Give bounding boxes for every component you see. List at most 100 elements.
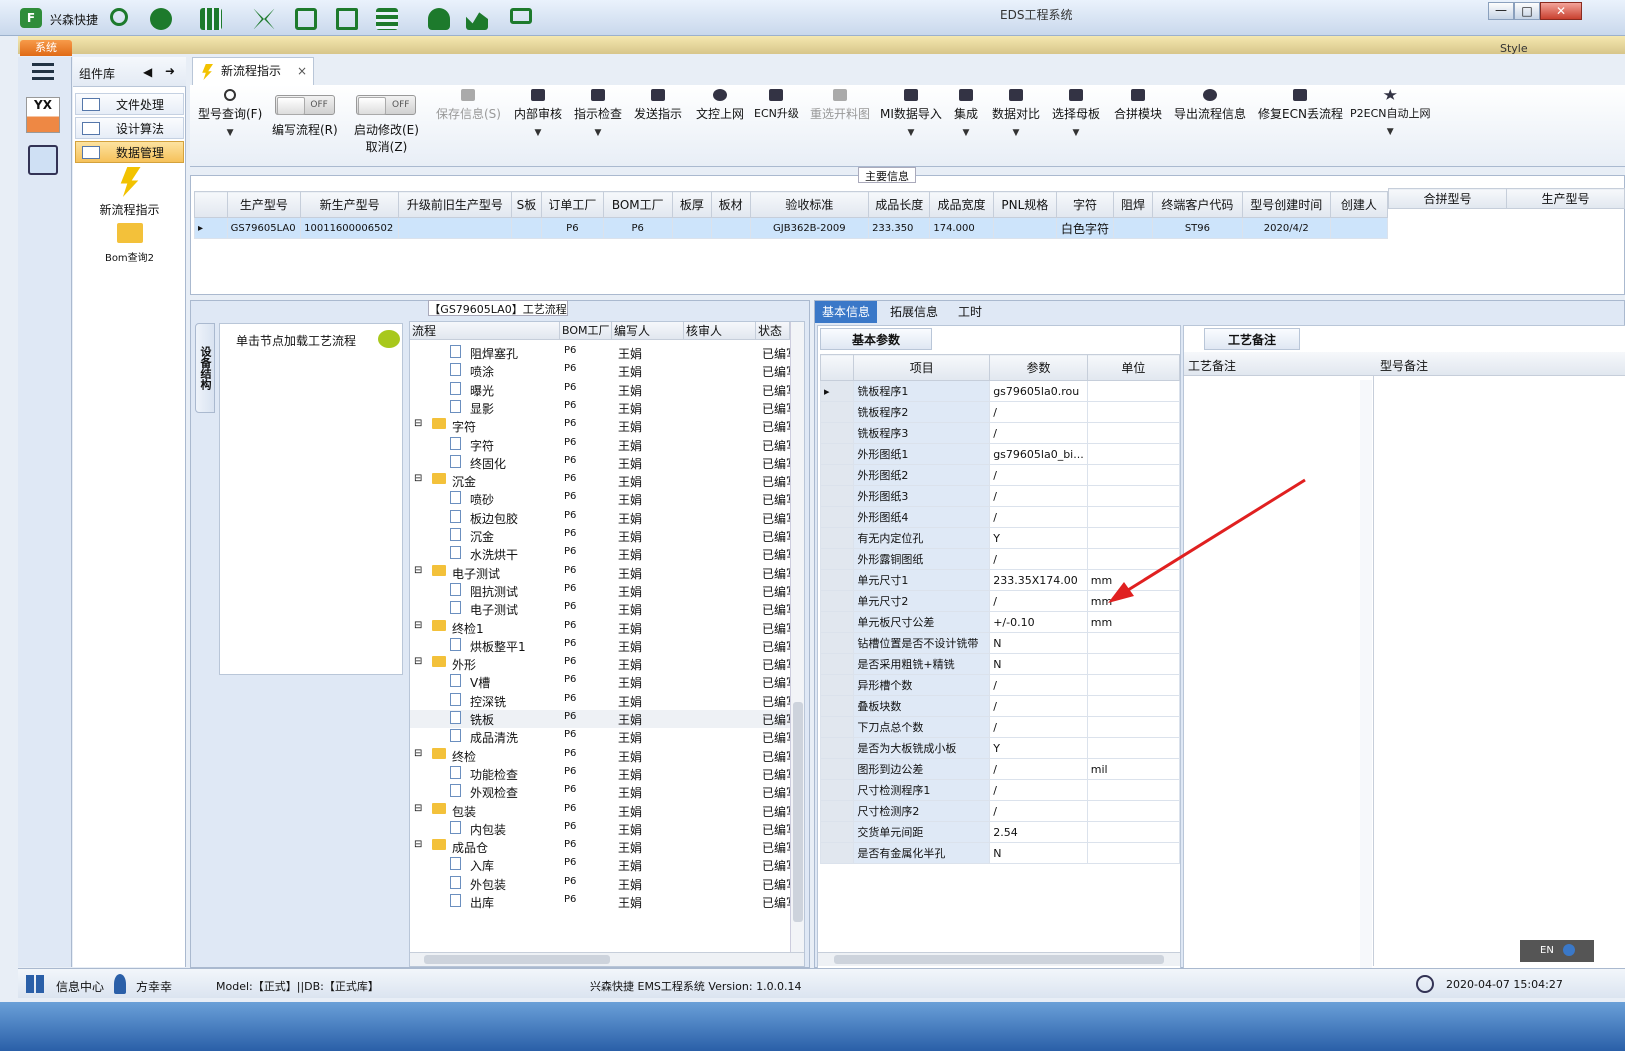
param-value-cell[interactable]: / bbox=[989, 779, 1088, 801]
tree-node-label[interactable]: 包装 bbox=[452, 803, 476, 820]
tree-node-label[interactable]: 内包装 bbox=[470, 821, 506, 838]
column-header[interactable]: 升级前旧生产型号 bbox=[398, 191, 512, 218]
basic-params-tab[interactable]: 基本参数 bbox=[820, 328, 932, 350]
tree-row[interactable]: ⊟ 字符 P6 王娟 已编写 bbox=[410, 417, 790, 435]
tree-row[interactable]: 字符 P6 王娟 已编写 bbox=[410, 436, 790, 454]
table-row[interactable]: 异形槽个数 / bbox=[819, 674, 1181, 696]
table-cell[interactable] bbox=[992, 217, 1057, 239]
tree-row[interactable]: 终固化 P6 王娟 已编写 bbox=[410, 454, 790, 472]
internal-review-button[interactable]: 内部审核 ▼ bbox=[514, 89, 562, 138]
table-cell[interactable] bbox=[398, 217, 512, 239]
param-value-cell[interactable]: N bbox=[989, 653, 1088, 675]
toggle-switch[interactable]: OFF bbox=[274, 95, 335, 115]
tree-row[interactable]: 曝光 P6 王娟 已编写 bbox=[410, 381, 790, 399]
chart-icon[interactable] bbox=[466, 12, 488, 30]
tree-row[interactable]: 阻焊塞孔 P6 王娟 已编写 bbox=[410, 344, 790, 362]
table-cell[interactable]: GJB362B-2009 bbox=[749, 217, 870, 239]
ime-toolbar[interactable]: EN bbox=[1520, 940, 1594, 962]
collapse-node-icon[interactable]: ⊟ bbox=[414, 565, 422, 576]
scrollbar-thumb[interactable] bbox=[424, 955, 610, 964]
tree-node-label[interactable]: 成品清洗 bbox=[470, 729, 518, 746]
column-header[interactable]: 项目 bbox=[853, 354, 991, 381]
column-header[interactable]: 订单工厂 bbox=[541, 191, 604, 218]
tree-row[interactable]: 沉金 P6 王娟 已编写 bbox=[410, 527, 790, 545]
param-value-cell[interactable]: / bbox=[989, 506, 1088, 528]
column-header[interactable]: 型号创建时间 bbox=[1241, 191, 1331, 218]
table-cell[interactable]: 白色字符 bbox=[1055, 217, 1115, 239]
dropdown-arrow-icon[interactable]: ▼ bbox=[992, 128, 1040, 138]
table-row[interactable]: 单元板尺寸公差 +/-0.10 mm bbox=[819, 611, 1181, 633]
column-header[interactable]: 新生产型号 bbox=[300, 191, 400, 218]
vertical-tab-equipment-structure[interactable]: 设备结构 bbox=[195, 323, 215, 413]
tab-new-flow-instruction[interactable]: 新流程指示 × bbox=[192, 57, 314, 85]
tree-node-label[interactable]: 字符 bbox=[470, 437, 494, 454]
tree-row[interactable]: ⊟ 沉金 P6 王娟 已编写 bbox=[410, 472, 790, 490]
tree-node-label[interactable]: 烘板整平1 bbox=[470, 638, 526, 655]
column-header[interactable]: 生产型号 bbox=[226, 191, 302, 218]
data-management-icon[interactable] bbox=[28, 145, 58, 175]
tree-node-label[interactable]: 控深铣 bbox=[470, 693, 506, 710]
hamburger-menu-icon[interactable] bbox=[32, 63, 54, 81]
table-cell[interactable]: GS79605LA0 bbox=[226, 217, 302, 239]
scissors-icon[interactable] bbox=[253, 8, 275, 30]
table-row[interactable]: 是否有金属化半孔 N bbox=[819, 842, 1181, 864]
param-value-cell[interactable]: / bbox=[989, 800, 1088, 822]
process-remark-textarea[interactable] bbox=[1184, 376, 1374, 966]
horizontal-scrollbar[interactable] bbox=[818, 952, 1180, 966]
table-row[interactable]: 尺寸检测程序1/ bbox=[819, 779, 1181, 801]
tree-row[interactable]: 水洗烘干 P6 王娟 已编写 bbox=[410, 545, 790, 563]
collapse-node-icon[interactable]: ⊟ bbox=[414, 620, 422, 631]
tree-row[interactable]: 入库 P6 王娟 已编写 bbox=[410, 856, 790, 874]
tree-row[interactable]: 显影 P6 王娟 已编写 bbox=[410, 399, 790, 417]
maximize-button[interactable]: □ bbox=[1514, 2, 1540, 20]
tab-extended-info[interactable]: 拓展信息 bbox=[883, 301, 945, 323]
table-row[interactable]: ▸ GS79605LA0 10011600006502 P6 P6 GJB362… bbox=[194, 217, 1389, 239]
tab-basic-info[interactable]: 基本信息 bbox=[815, 301, 878, 323]
collapse-node-icon[interactable]: ⊟ bbox=[414, 803, 422, 814]
param-value-cell[interactable]: / bbox=[989, 590, 1088, 612]
tree-node-label[interactable]: 外观检查 bbox=[470, 784, 518, 801]
table-row[interactable]: 铣板程序3/ bbox=[819, 422, 1181, 444]
tree-node-label[interactable]: 电子测试 bbox=[470, 601, 518, 618]
column-header[interactable]: 字符 bbox=[1055, 191, 1115, 218]
param-value-cell[interactable]: gs79605la0_bi... bbox=[989, 443, 1088, 465]
tree-node-label[interactable]: 水洗烘干 bbox=[470, 546, 518, 563]
param-value-cell[interactable]: / bbox=[989, 401, 1088, 423]
table-cell[interactable] bbox=[510, 217, 543, 239]
param-value-cell[interactable]: +/-0.10 bbox=[989, 611, 1088, 633]
system-tab[interactable]: 系统 bbox=[20, 40, 72, 56]
column-header[interactable]: 成品长度 bbox=[868, 191, 931, 218]
collapse-node-icon[interactable]: ⊟ bbox=[414, 839, 422, 850]
dropdown-arrow-icon[interactable]: ▼ bbox=[574, 128, 622, 138]
table-cell[interactable]: 233.350 bbox=[868, 217, 931, 239]
table-cell[interactable]: ST96 bbox=[1151, 217, 1243, 239]
integration-button[interactable]: 集成 ▼ bbox=[954, 89, 978, 138]
windows-grid-icon[interactable] bbox=[26, 975, 44, 993]
tree-node-label[interactable]: 喷涂 bbox=[470, 363, 494, 380]
vertical-scrollbar[interactable] bbox=[790, 322, 804, 952]
tree-row[interactable]: 出库 P6 王娟 已编写 bbox=[410, 893, 790, 911]
tree-node-label[interactable]: 外形 bbox=[452, 656, 476, 673]
tree-node-label[interactable]: 喷砂 bbox=[470, 491, 494, 508]
reselect-cutting-chart-button[interactable]: 重选开料图 bbox=[810, 89, 870, 122]
tree-node-label[interactable]: 字符 bbox=[452, 418, 476, 435]
cancel-label[interactable]: 取消(Z) bbox=[354, 138, 419, 155]
tree-row[interactable]: ⊟ 终检1 P6 王娟 已编写 bbox=[410, 619, 790, 637]
grid-icon[interactable] bbox=[200, 8, 222, 30]
param-value-cell[interactable]: Y bbox=[989, 737, 1088, 759]
table-row[interactable]: 尺寸检测序2/ bbox=[819, 800, 1181, 822]
list-icon[interactable] bbox=[376, 8, 398, 30]
tree-node-label[interactable]: 功能检查 bbox=[470, 766, 518, 783]
collapse-node-icon[interactable]: ⊟ bbox=[414, 748, 422, 759]
column-header[interactable]: PNL规格 bbox=[992, 191, 1057, 218]
tree-node-label[interactable]: 成品仓 bbox=[452, 839, 488, 856]
column-header[interactable]: 状态 bbox=[756, 322, 790, 340]
column-header[interactable]: 板材 bbox=[710, 191, 751, 218]
send-instruction-button[interactable]: 发送指示 bbox=[634, 89, 682, 122]
column-header[interactable]: BOM工厂 bbox=[602, 191, 673, 218]
tree-row[interactable]: ⊟ 终检 P6 王娟 已编写 bbox=[410, 747, 790, 765]
monitor-icon[interactable] bbox=[510, 8, 532, 24]
tree-node-label[interactable]: 阻焊塞孔 bbox=[470, 345, 518, 362]
table-cell[interactable] bbox=[1329, 217, 1389, 239]
merge-module-button[interactable]: 合拼模块 bbox=[1114, 89, 1162, 122]
